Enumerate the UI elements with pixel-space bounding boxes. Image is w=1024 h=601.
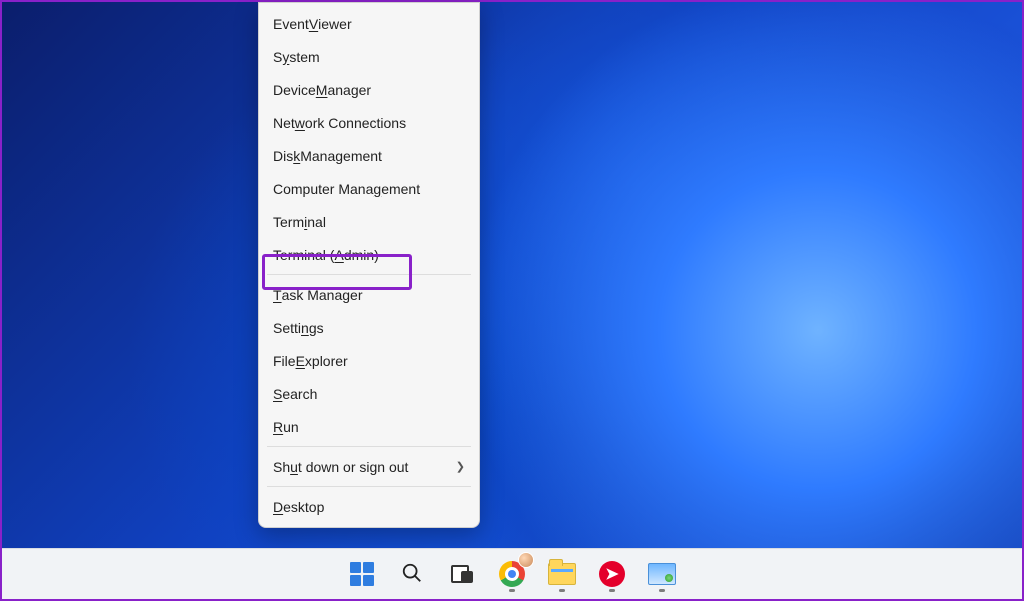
menu-item-text: Computer Mana: [273, 181, 373, 197]
menu-item-text: Sh: [273, 459, 290, 475]
taskbar-app-red[interactable]: ➤: [592, 554, 632, 594]
menu-item-text: iewer: [318, 16, 351, 32]
menu-item-text: Setti: [273, 320, 301, 336]
menu-item-accelerator: M: [316, 82, 328, 98]
menu-item-text: un: [283, 419, 299, 435]
menu-item-accelerator: A: [334, 247, 343, 263]
menu-item-accelerator: T: [273, 287, 282, 303]
menu-item[interactable]: Search: [259, 377, 479, 410]
taskbar-search-button[interactable]: [392, 554, 432, 594]
menu-item-text: ement: [381, 181, 420, 197]
menu-item[interactable]: Run: [259, 410, 479, 443]
menu-item-accelerator: S: [273, 386, 282, 402]
task-view-icon: [451, 565, 473, 583]
menu-item-text: stem: [289, 49, 319, 65]
menu-item[interactable]: Desktop: [259, 490, 479, 523]
menu-item[interactable]: Terminal (Admin): [259, 238, 479, 271]
menu-item[interactable]: Event Viewer: [259, 7, 479, 40]
task-view-button[interactable]: [442, 554, 482, 594]
menu-item-text: t down or sign out: [298, 459, 409, 475]
taskbar-app-chrome[interactable]: [492, 554, 532, 594]
menu-item-text: File: [273, 353, 296, 369]
windows-icon: [350, 562, 374, 586]
menu-item-accelerator: n: [301, 320, 309, 336]
menu-item-text: esktop: [283, 499, 324, 515]
menu-separator: [267, 486, 471, 487]
menu-item[interactable]: Task Manager: [259, 278, 479, 311]
menu-item-accelerator: D: [273, 499, 283, 515]
menu-separator: [267, 274, 471, 275]
menu-item[interactable]: Computer Management: [259, 172, 479, 205]
menu-item-text: ork Connections: [305, 115, 406, 131]
menu-item-text: anager: [327, 82, 371, 98]
search-icon: [401, 562, 423, 587]
start-button[interactable]: [342, 554, 382, 594]
profile-badge-icon: [518, 552, 534, 568]
winx-context-menu: Event ViewerSystemDevice ManagerNetwork …: [258, 2, 480, 528]
arrow-circle-icon: ➤: [599, 561, 625, 587]
menu-item[interactable]: Terminal: [259, 205, 479, 238]
menu-item-accelerator: R: [273, 419, 283, 435]
menu-item-text: dmin): [344, 247, 379, 263]
taskbar-app-explorer[interactable]: [542, 554, 582, 594]
menu-item[interactable]: Device Manager: [259, 73, 479, 106]
menu-item[interactable]: Disk Management: [259, 139, 479, 172]
menu-item-accelerator: E: [296, 353, 305, 369]
menu-item-accelerator: w: [295, 115, 305, 131]
menu-item-text: S: [273, 49, 282, 65]
menu-item-accelerator: V: [309, 16, 318, 32]
menu-item[interactable]: Settings: [259, 311, 479, 344]
menu-item[interactable]: System: [259, 40, 479, 73]
desktop-wallpaper: [2, 2, 1022, 599]
menu-item-text: earch: [282, 386, 317, 402]
menu-item-text: xplorer: [305, 353, 348, 369]
menu-item-text: Net: [273, 115, 295, 131]
menu-item-accelerator: k: [293, 148, 300, 164]
taskbar-app-controlpanel[interactable]: [642, 554, 682, 594]
taskbar: ➤: [2, 548, 1022, 599]
menu-item-text: Terminal (: [273, 247, 334, 263]
folder-icon: [548, 563, 576, 585]
menu-item-accelerator: u: [290, 459, 298, 475]
menu-item-text: nal: [307, 214, 326, 230]
menu-item-accelerator: g: [373, 181, 381, 197]
menu-item-text: gs: [309, 320, 324, 336]
menu-item[interactable]: Shut down or sign out ❯: [259, 450, 479, 483]
menu-item-text: Event: [273, 16, 309, 32]
menu-item-text: Dis: [273, 148, 293, 164]
menu-item-text: Management: [300, 148, 382, 164]
menu-item[interactable]: File Explorer: [259, 344, 479, 377]
menu-item[interactable]: Network Connections: [259, 106, 479, 139]
chevron-right-icon: ❯: [456, 460, 465, 473]
menu-item-text: Device: [273, 82, 316, 98]
control-panel-icon: [648, 563, 676, 585]
menu-item-text: ask Manager: [282, 287, 363, 303]
menu-item-accelerator: y: [282, 49, 289, 65]
menu-separator: [267, 446, 471, 447]
menu-item-text: Term: [273, 214, 304, 230]
